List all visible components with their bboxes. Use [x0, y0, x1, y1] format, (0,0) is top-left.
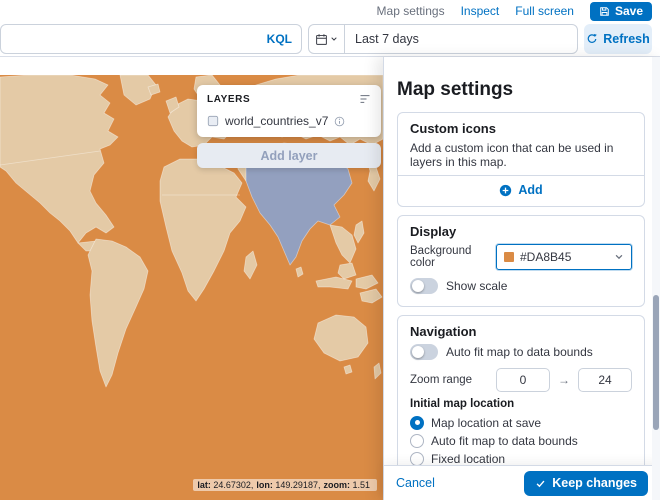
layer-info-icon[interactable] [334, 116, 345, 127]
island-indonesia-west [315, 276, 353, 290]
layers-panel-title: LAYERS [207, 93, 251, 105]
lon-value: 149.29187, [275, 480, 321, 490]
flyout-content: Map settings Custom icons Add a custom i… [384, 57, 651, 465]
island-sri-lanka [295, 266, 304, 278]
layer-tree-icon[interactable] [359, 93, 371, 105]
add-layer-button[interactable]: Add layer [197, 143, 381, 168]
save-icon [599, 6, 610, 17]
show-scale-toggle[interactable] [410, 278, 438, 294]
radio-label: Fixed location [431, 451, 506, 466]
zoom-max-input[interactable]: 24 [578, 368, 632, 392]
cancel-button[interactable]: Cancel [396, 476, 435, 490]
refresh-icon [586, 33, 598, 45]
custom-icons-description: Add a custom icon that can be used in la… [410, 141, 614, 169]
panel-title: Map settings [397, 79, 514, 100]
query-bar: KQL Last 7 days Refresh [0, 22, 660, 57]
navigation-heading: Navigation [410, 324, 477, 339]
add-icon-label: Add [518, 183, 543, 197]
header-link-full-screen[interactable]: Full screen [515, 4, 574, 18]
keep-changes-button[interactable]: Keep changes [524, 470, 648, 496]
map-settings-flyout: Map settings Custom icons Add a custom i… [383, 57, 660, 500]
radio-option-fixed-location[interactable]: Fixed location [410, 451, 632, 465]
layers-panel: LAYERS world_countries_v7 Add layer [197, 85, 381, 168]
radio-option-auto-fit[interactable]: Auto fit map to data bounds [410, 433, 632, 448]
date-quick-select-button[interactable] [309, 25, 345, 53]
flyout-footer: Cancel Keep changes [384, 465, 660, 500]
southeast-asia [329, 224, 357, 264]
layers-card: LAYERS world_countries_v7 [197, 85, 381, 137]
lon-label: lon: [256, 480, 273, 490]
color-swatch [504, 252, 514, 262]
refresh-button-label: Refresh [603, 32, 650, 46]
continent-south-america [87, 238, 149, 388]
show-scale-label: Show scale [446, 279, 508, 293]
chevron-down-icon [330, 35, 338, 43]
zoom-value: 1.51 [352, 480, 370, 490]
radio-label: Map location at save [431, 415, 542, 430]
initial-location-label: Initial map location [410, 398, 515, 410]
layer-item[interactable]: world_countries_v7 [207, 114, 371, 128]
zoom-range-arrow: → [558, 373, 570, 387]
radio-icon [410, 451, 424, 465]
background-color-label: Background color [410, 245, 472, 269]
lat-label: lat: [197, 480, 211, 490]
map-coordinates: lat: 24.67302, lon: 149.29187, zoom: 1.51 [193, 479, 377, 491]
save-button[interactable]: Save [589, 1, 652, 21]
header-link-inspect[interactable]: Inspect [461, 4, 500, 18]
top-nav-bar: Map settings Inspect Full screen Save [0, 0, 660, 22]
chevron-down-icon [614, 252, 624, 262]
island-borneo [337, 262, 357, 280]
radio-selected-icon [410, 415, 424, 430]
layer-type-icon [207, 115, 219, 127]
island-madagascar [243, 250, 258, 280]
flyout-scrollbar-thumb[interactable] [653, 295, 659, 430]
island-indonesia-east [355, 274, 379, 290]
auto-fit-label: Auto fit map to data bounds [446, 345, 593, 359]
background-color-input[interactable]: #DA8B45 [496, 244, 632, 270]
zoom-min-input[interactable]: 0 [496, 368, 550, 392]
island-new-guinea [359, 288, 383, 304]
refresh-button[interactable]: Refresh [584, 24, 652, 54]
search-input[interactable]: KQL [0, 24, 302, 54]
flyout-scrollbar-track [652, 57, 660, 500]
calendar-icon [315, 33, 328, 46]
radio-icon [410, 433, 424, 448]
plus-in-circle-icon [499, 184, 512, 197]
background-color-value: #DA8B45 [520, 250, 572, 264]
island-tasmania [343, 364, 353, 375]
add-icon-button[interactable]: Add [410, 182, 632, 198]
island-philippines [353, 220, 365, 244]
custom-icons-card: Custom icons Add a custom icon that can … [397, 112, 645, 207]
kql-button[interactable]: KQL [267, 32, 292, 46]
custom-icons-heading: Custom icons [410, 121, 496, 136]
display-card: Display Background color #DA8B45 Show sc… [397, 215, 645, 307]
continent-africa [159, 158, 247, 302]
zoom-label: zoom: [323, 480, 350, 490]
keep-changes-label: Keep changes [552, 476, 637, 490]
continent-australia [313, 314, 369, 362]
display-heading: Display [410, 224, 457, 239]
date-picker: Last 7 days [308, 24, 578, 54]
radio-option-map-location-at-save[interactable]: Map location at save [410, 415, 632, 430]
divider [398, 175, 644, 176]
lat-value: 24.67302, [213, 480, 254, 490]
header-link-map-settings[interactable]: Map settings [377, 4, 445, 18]
save-button-label: Save [614, 4, 643, 18]
island-new-zealand [373, 362, 382, 380]
layer-name: world_countries_v7 [225, 114, 329, 128]
continent-north-america [0, 75, 119, 244]
auto-fit-toggle[interactable] [410, 344, 438, 360]
navigation-card: Navigation Auto fit map to data bounds Z… [397, 315, 645, 465]
radio-label: Auto fit map to data bounds [431, 433, 578, 448]
check-icon [535, 478, 546, 489]
date-range-value[interactable]: Last 7 days [345, 25, 577, 53]
zoom-range-label: Zoom range [410, 374, 473, 386]
